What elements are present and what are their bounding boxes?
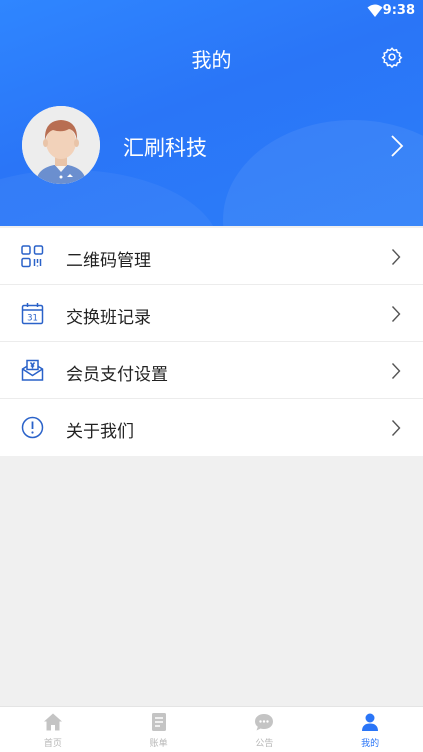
profile-name: 汇刷科技 xyxy=(123,136,207,160)
tab-bills[interactable]: 账单 xyxy=(106,707,212,752)
tab-mine[interactable]: 我的 xyxy=(317,707,423,752)
chevron-right-icon xyxy=(391,420,401,436)
chevron-right-icon xyxy=(391,306,401,322)
menu-item-label: 会员支付设置 xyxy=(66,365,168,385)
qr-code-icon xyxy=(21,245,44,268)
bottom-tab-bar: 首页 账单 公告 我的 xyxy=(0,706,423,752)
status-bar: 9:38 xyxy=(0,0,423,22)
menu-item-shift-records[interactable]: 31 交换班记录 xyxy=(0,285,423,342)
tab-label: 首页 xyxy=(43,739,62,749)
person-icon xyxy=(362,713,379,731)
menu-item-about-us[interactable]: 关于我们 xyxy=(0,399,423,456)
info-icon xyxy=(21,416,44,439)
profile-header: 9:38 我的 汇刷科技 xyxy=(0,0,423,226)
svg-text:31: 31 xyxy=(27,314,38,324)
settings-menu: 二维码管理 31 交换班记录 会员支付设置 关于我们 xyxy=(0,228,423,456)
menu-item-member-payment[interactable]: 会员支付设置 xyxy=(0,342,423,399)
menu-item-qr-management[interactable]: 二维码管理 xyxy=(0,228,423,285)
tab-label: 账单 xyxy=(149,739,168,749)
chat-icon xyxy=(255,714,274,731)
chevron-right-icon xyxy=(391,135,404,157)
avatar-illustration xyxy=(22,106,100,184)
gear-icon[interactable] xyxy=(381,46,403,68)
bill-icon xyxy=(151,713,166,731)
calendar-icon: 31 xyxy=(21,303,44,325)
menu-item-label: 交换班记录 xyxy=(66,308,151,328)
wifi-icon xyxy=(367,4,383,17)
menu-item-label: 关于我们 xyxy=(66,422,134,442)
home-icon xyxy=(43,713,62,731)
avatar[interactable] xyxy=(22,106,100,184)
tab-label: 我的 xyxy=(361,739,380,749)
status-time: 9:38 xyxy=(382,3,415,18)
chevron-right-icon xyxy=(391,249,401,265)
tab-label: 公告 xyxy=(255,739,274,749)
tab-home[interactable]: 首页 xyxy=(0,707,106,752)
envelope-payment-icon xyxy=(21,359,44,381)
chevron-right-icon xyxy=(391,363,401,379)
profile-row[interactable]: 汇刷科技 xyxy=(22,106,412,186)
tab-notices[interactable]: 公告 xyxy=(212,707,318,752)
menu-item-label: 二维码管理 xyxy=(66,251,151,271)
mine-screen: 9:38 我的 汇刷科技 二维码管理 31 交换班记录 会员支付设置 关于我们 … xyxy=(0,0,423,752)
page-title: 我的 xyxy=(191,48,232,72)
